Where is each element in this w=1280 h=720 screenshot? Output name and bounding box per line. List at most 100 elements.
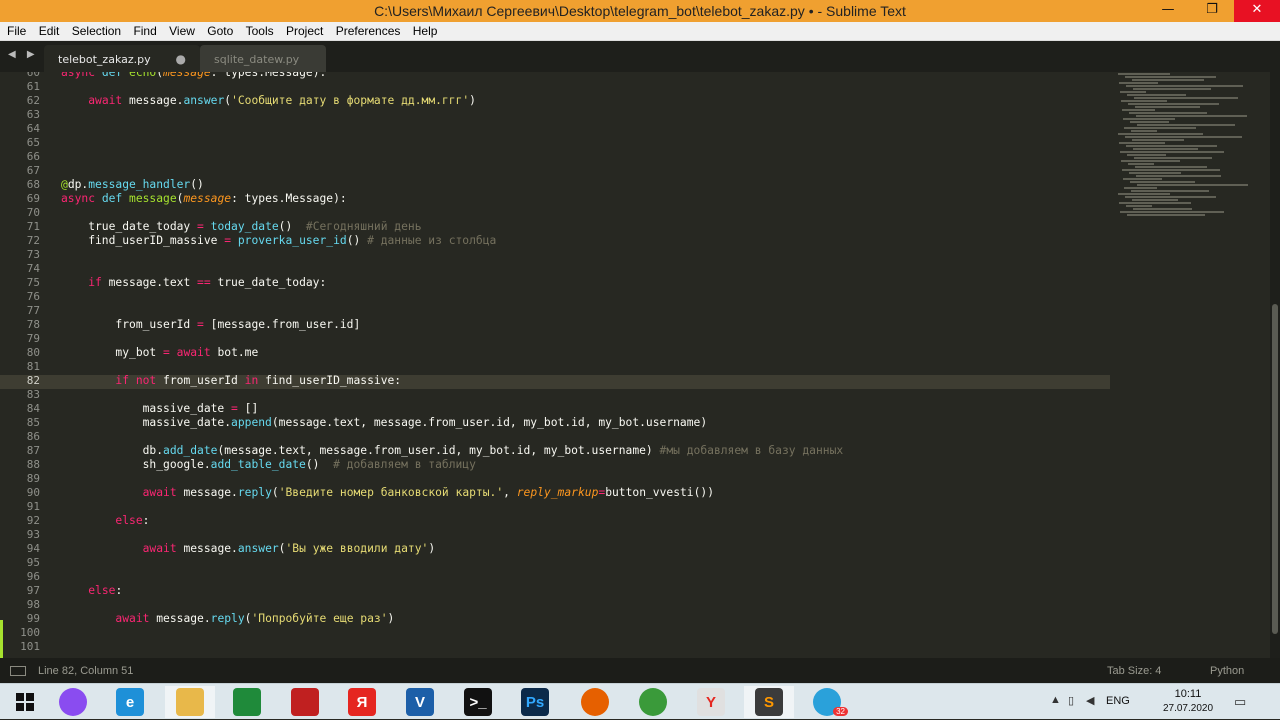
tab-sqlite-datew[interactable]: sqlite_datew.py [200,45,326,72]
clock-time[interactable]: 10:11 [1158,688,1218,700]
line-number: 61 [26,80,40,93]
code-line[interactable]: ​ [61,290,1111,304]
code-line[interactable]: ​ [61,388,1111,402]
code-line[interactable]: ​ [61,570,1111,584]
minimize-button[interactable]: — [1148,0,1188,22]
code-line[interactable]: ​ [61,598,1111,612]
code-token: sh_google. [61,458,211,471]
code-line[interactable]: ​ [61,108,1111,122]
tray-expand-icon[interactable]: ▲ [1050,694,1061,706]
battery-icon[interactable]: ▯ [1068,694,1074,707]
code-line[interactable]: my_bot = await bot.me [61,346,1111,360]
tab-scroll-arrows-icon[interactable]: ◀ ▶ [8,49,39,60]
taskbar-terminal[interactable]: >_ [453,686,503,718]
maximize-button[interactable]: ❐ [1192,0,1232,22]
taskbar-start-button[interactable] [0,686,50,718]
taskbar-firefox[interactable] [570,686,620,718]
menu-edit[interactable]: Edit [39,22,60,38]
menu-goto[interactable]: Goto [207,22,233,38]
panel-toggle-icon[interactable] [10,666,26,676]
code-line[interactable]: @dp.message_handler() [61,178,1111,192]
code-token: my_bot [61,346,164,359]
taskbar-yandex-browser[interactable]: Y [686,686,736,718]
code-line[interactable]: ​ [61,206,1111,220]
menu-find[interactable]: Find [133,22,156,38]
code-editor[interactable]: 60 61 62 63 64 65 66 67 68 69 70 71 72 73 74 75 76 77 78 79… [0,72,1280,658]
code-line[interactable]: await message.answer('Вы уже вводили дат… [61,542,1111,556]
code-line[interactable]: ​ [61,304,1111,318]
code-line[interactable]: ​ [61,80,1111,94]
code-line[interactable]: ​ [61,500,1111,514]
taskbar-yandex-alice[interactable] [48,686,98,718]
notifications-icon[interactable]: ▭ [1234,694,1246,710]
menu-help[interactable]: Help [413,22,438,38]
code-line[interactable]: ​ [61,150,1111,164]
code-line[interactable]: db.add_date(message.text, message.from_u… [61,444,1111,458]
code-token: else [115,514,143,527]
taskbar-yandex-app[interactable]: Я [337,686,387,718]
cursor-position[interactable]: Line 82, Column 51 [38,665,133,677]
minimap-line [1118,193,1170,195]
menu-tools[interactable]: Tools [246,22,274,38]
code-line[interactable]: ​ [61,262,1111,276]
code-line[interactable]: from_userId = [message.from_user.id] [61,318,1111,332]
code-line[interactable]: async def echo(message: types.Message): [61,72,1111,80]
code-line[interactable]: massive_date.append(message.text, messag… [61,416,1111,430]
code-line[interactable]: else: [61,584,1111,598]
taskbar-sublime-text[interactable]: S [744,686,794,718]
code-line[interactable]: ​ [61,472,1111,486]
line-number: 83 [26,388,40,401]
code-line[interactable]: ​ [61,136,1111,150]
vertical-scrollbar[interactable] [1270,72,1280,658]
code-line[interactable]: ​ [61,332,1111,346]
minimap-line [1126,85,1243,87]
code-line[interactable]: ​ [61,640,1111,654]
code-line[interactable]: await message.reply('Попробуйте еще раз'… [61,612,1111,626]
code-line[interactable]: ​ [61,528,1111,542]
menu-view[interactable]: View [169,22,195,38]
scrollbar-thumb[interactable] [1272,304,1278,634]
code-line[interactable]: sh_google.add_table_date() # добавляем в… [61,458,1111,472]
taskbar-vim-like[interactable]: V [395,686,445,718]
code-line[interactable]: if message.text == true_date_today: [61,276,1111,290]
tab-size-indicator[interactable]: Tab Size: 4 [1107,665,1161,677]
code-line[interactable]: ​ [61,430,1111,444]
menu-file[interactable]: File [7,22,26,38]
code-line[interactable]: else: [61,514,1111,528]
code-line[interactable]: async def message(message: types.Message… [61,192,1111,206]
code-line[interactable]: find_userID_massive = proverka_user_id()… [61,234,1111,248]
taskbar-excel-like[interactable] [222,686,272,718]
taskbar-app-red-star[interactable] [280,686,330,718]
code-line[interactable]: ​ [61,556,1111,570]
code-line[interactable]: ​ [61,360,1111,374]
code-area[interactable]: async def echo(message: types.Message):​… [61,72,1111,654]
code-line[interactable]: ​ [61,164,1111,178]
code-line[interactable]: massive_date = [] [61,402,1111,416]
taskbar-file-explorer[interactable] [165,686,215,718]
taskbar-photoshop[interactable]: Ps [510,686,560,718]
menu-selection[interactable]: Selection [72,22,121,38]
code-line[interactable]: ​ [61,248,1111,262]
modified-dot-icon[interactable]: ● [176,52,186,66]
taskbar-chrome[interactable] [628,686,678,718]
minimap-line [1120,151,1224,153]
syntax-indicator[interactable]: Python [1210,665,1244,677]
code-line[interactable]: if not from_userId in find_userID_massiv… [61,374,1111,388]
code-line[interactable]: await message.answer('Сообщите дату в фо… [61,94,1111,108]
volume-icon[interactable]: ◀ [1086,694,1094,707]
code-line[interactable]: ​ [61,122,1111,136]
app-red-star-icon [291,688,319,716]
clock-date[interactable]: 27.07.2020 [1158,703,1218,714]
close-button[interactable]: ✕ [1234,0,1280,22]
tab-telebot-zakaz[interactable]: telebot_zakaz.py ● [44,45,200,72]
menu-project[interactable]: Project [286,22,323,38]
minimap[interactable] [1118,72,1248,282]
taskbar-telegram[interactable]: 32 [802,686,852,718]
code-line[interactable]: await message.reply('Введите номер банко… [61,486,1111,500]
language-indicator[interactable]: ENG [1106,695,1130,707]
taskbar-internet-explorer[interactable]: e [105,686,155,718]
code-line[interactable]: true_date_today = today_date() #Сегодняш… [61,220,1111,234]
code-line[interactable]: ​ [61,626,1111,640]
code-token: if [88,276,102,289]
menu-preferences[interactable]: Preferences [336,22,401,38]
